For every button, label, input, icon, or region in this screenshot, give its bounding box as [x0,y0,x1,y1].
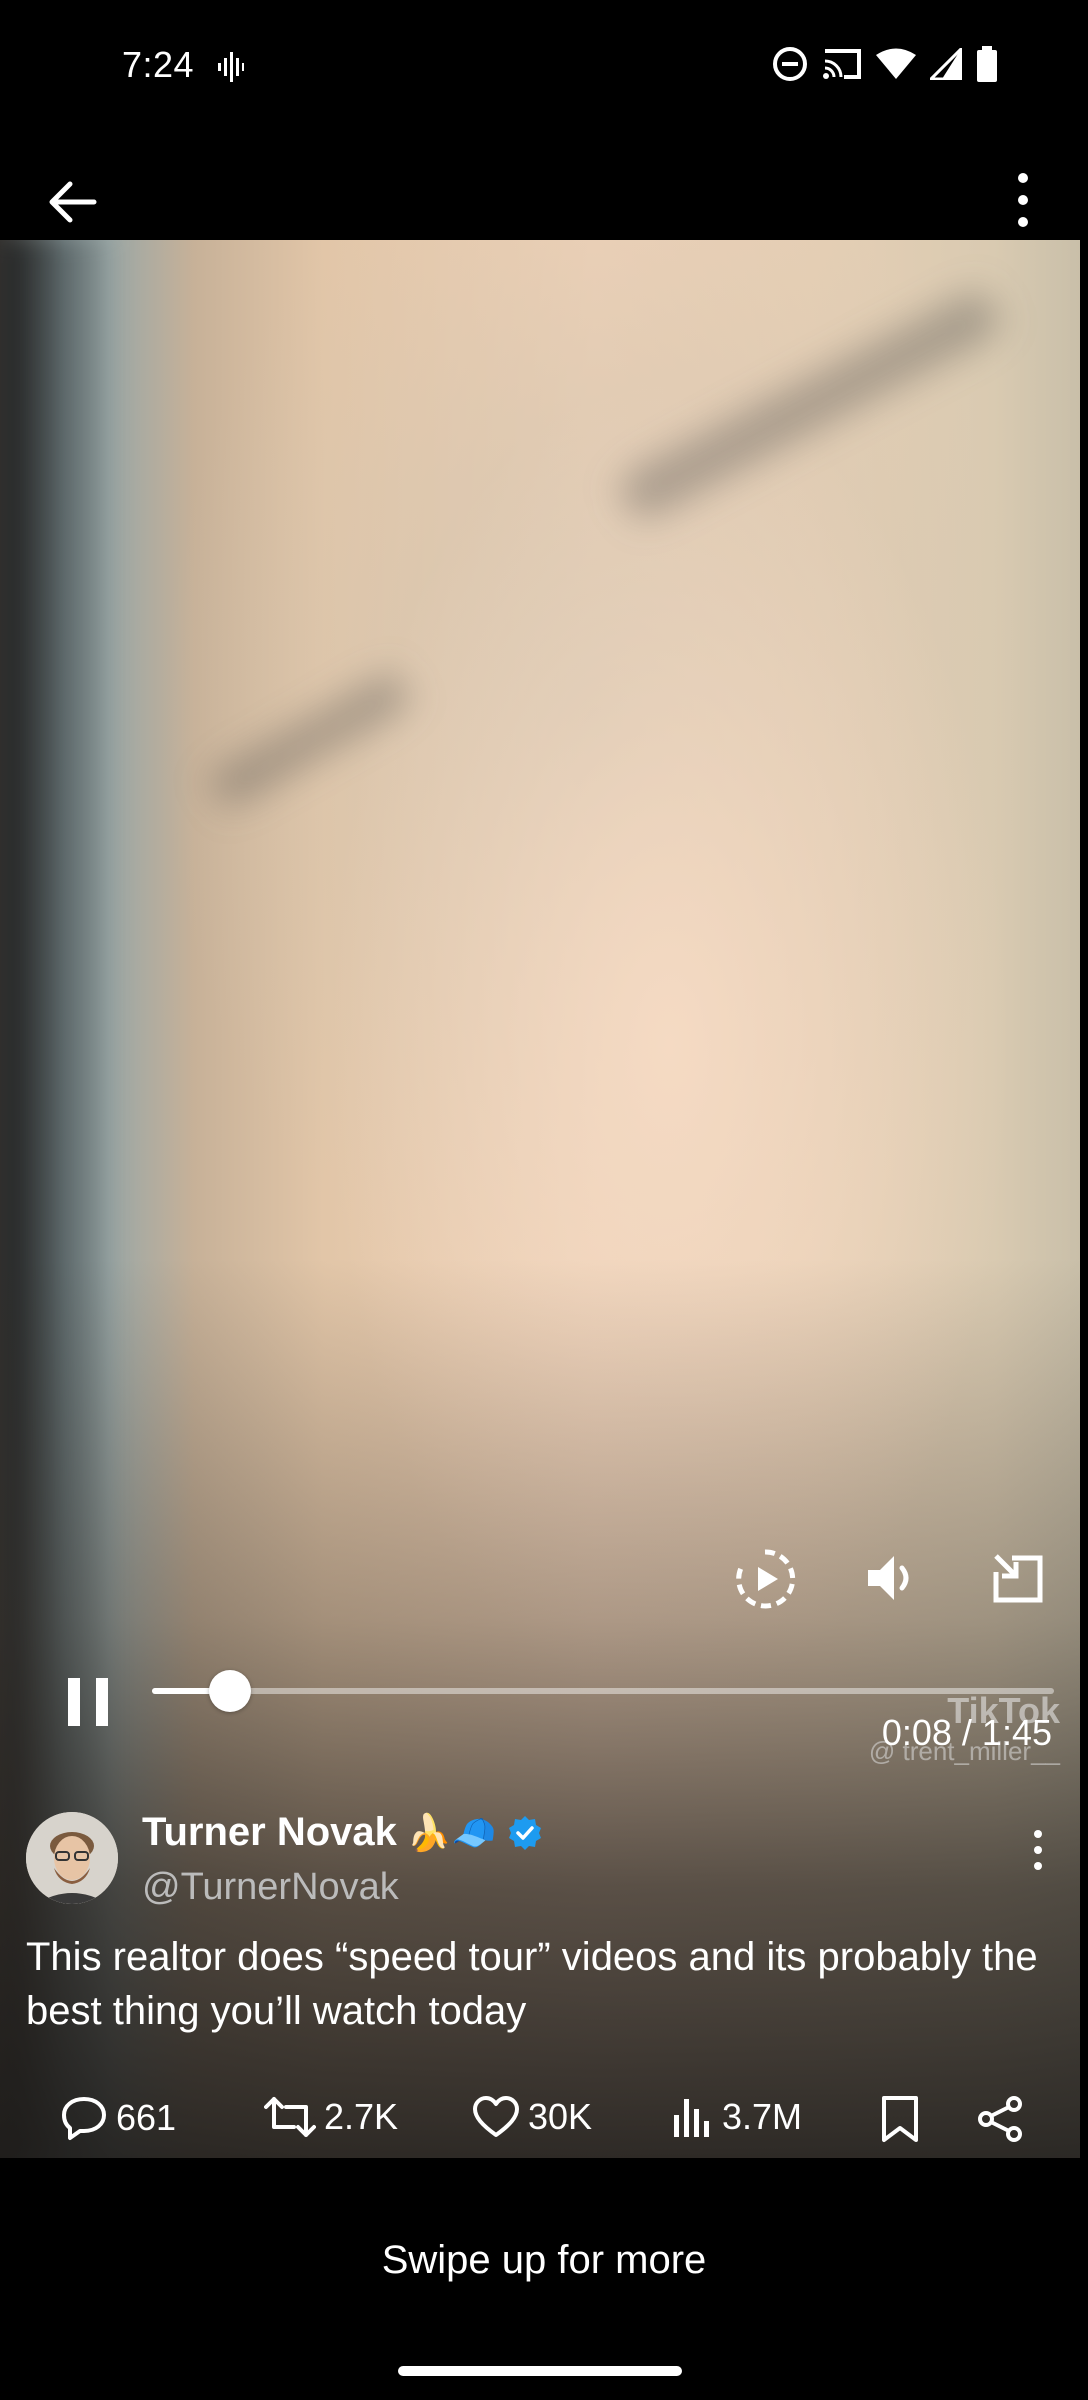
views-icon [674,2099,709,2137]
arrow-left-icon[interactable] [44,174,100,230]
author-emojis: 🍌🧢 [406,1811,497,1853]
tweet-action-bar: 661 2.7K 30K 3.7M [0,2085,1080,2157]
author-name-row[interactable]: Turner Novak 🍌🧢 [142,1810,543,1855]
signal-icon [930,48,962,80]
battery-icon [977,46,997,82]
cast-icon [823,49,861,79]
video-progress-bar[interactable] [152,1670,1054,1712]
more-vertical-icon[interactable] [1008,170,1038,230]
author-handle[interactable]: @TurnerNovak [142,1866,399,1909]
reply-button[interactable]: 661 [60,2095,176,2141]
bottom-area: Swipe up for more [0,2158,1088,2400]
pause-icon[interactable] [66,1676,110,1728]
home-indicator[interactable] [398,2366,682,2376]
do-not-disturb-icon [773,47,807,81]
view-count: 3.7M [722,2096,803,2137]
top-bar [0,134,1088,240]
avatar-image [26,1812,118,1904]
replay-icon[interactable] [734,1548,796,1610]
bookmark-icon[interactable] [880,2095,920,2143]
status-time: 7:24 [122,44,195,85]
views-button[interactable]: 3.7M [672,2095,802,2139]
reply-icon [62,2097,106,2140]
volume-icon[interactable] [864,1550,920,1606]
tweet-author-row: Turner Novak 🍌🧢 @TurnerNovak [26,1810,1066,1910]
like-button[interactable]: 30K [472,2095,592,2139]
heart-icon [473,2096,519,2137]
time-readout: 0:08 / 1:45 [881,1712,1052,1753]
share-icon[interactable] [976,2095,1024,2143]
minimize-icon[interactable] [990,1550,1046,1606]
like-count: 30K [528,2096,593,2137]
swipe-up-hint[interactable]: Swipe up for more [0,2238,1088,2283]
voice-wave-icon [218,52,244,82]
status-bar: 7:24 [0,0,1088,134]
repost-icon [264,2097,316,2137]
tweet-more-icon[interactable] [1030,1828,1046,1872]
verified-badge-icon [508,1815,541,1850]
author-name[interactable]: Turner Novak [142,1810,397,1855]
reply-count: 661 [116,2097,177,2138]
repost-count: 2.7K [324,2096,399,2137]
tweet-text: This realtor does “speed tour” videos an… [26,1935,1038,2033]
avatar[interactable] [26,1812,118,1904]
wifi-icon [876,48,916,79]
repost-button[interactable]: 2.7K [264,2095,398,2139]
